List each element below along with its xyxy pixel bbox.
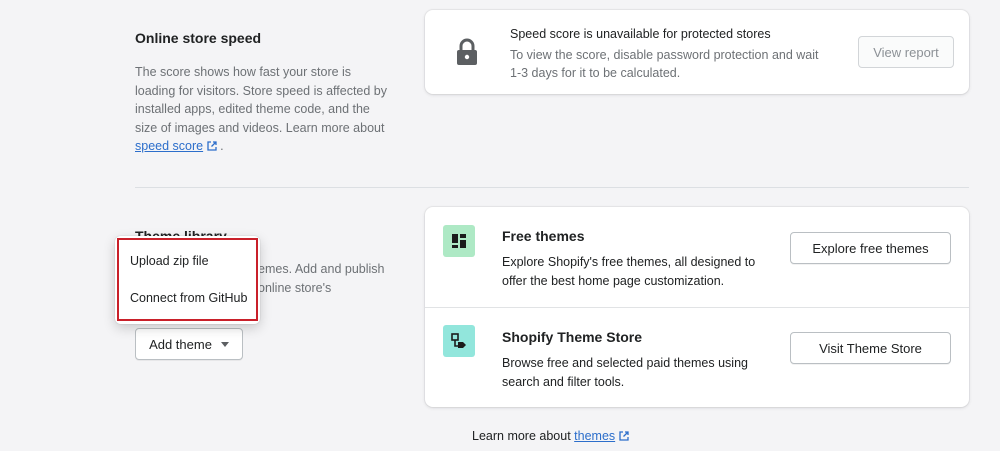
free-themes-title: Free themes xyxy=(502,228,585,244)
speed-section-description: The score shows how fast your store is l… xyxy=(135,63,405,157)
free-themes-desc-line-1: Explore Shopify's free themes, all desig… xyxy=(502,255,756,269)
learn-more-footer: Learn more about themes xyxy=(472,429,629,444)
add-theme-button[interactable]: Add theme xyxy=(135,328,243,360)
theme-store-icon-box xyxy=(443,325,475,357)
theme-store-desc-line-1: Browse free and selected paid themes usi… xyxy=(502,356,748,370)
learn-more-prefix: Learn more about xyxy=(472,429,575,443)
speed-score-link[interactable]: speed score xyxy=(135,139,203,153)
view-report-button[interactable]: View report xyxy=(858,36,954,68)
speed-card-text-line-1: To view the score, disable password prot… xyxy=(510,48,819,62)
speed-desc-line-3: installed apps, edited theme code, and t… xyxy=(135,102,370,116)
dropdown-highlight-box xyxy=(117,238,258,321)
layout-icon xyxy=(451,233,467,249)
external-link-icon xyxy=(207,138,217,157)
speed-card-heading: Speed score is unavailable for protected… xyxy=(510,27,771,41)
free-themes-desc-line-2: offer the best home page customization. xyxy=(502,273,725,288)
external-link-icon xyxy=(619,430,629,444)
speed-card-text-line-2: 1-3 days for it to be calculated. xyxy=(510,66,681,80)
speed-desc-line-1: The score shows how fast your store is xyxy=(135,65,352,79)
section-divider xyxy=(135,187,969,188)
theme-store-title: Shopify Theme Store xyxy=(502,329,643,345)
speed-score-card: Speed score is unavailable for protected… xyxy=(425,10,969,94)
add-theme-label: Add theme xyxy=(149,336,212,352)
speed-desc-line-2: loading for visitors. Store speed is aff… xyxy=(135,83,387,98)
lock-icon xyxy=(455,38,479,71)
theme-library-desc-line-2: online store's xyxy=(258,280,332,295)
visit-theme-store-button[interactable]: Visit Theme Store xyxy=(790,332,951,364)
speed-desc-line-4: size of images and videos. Learn more ab… xyxy=(135,120,385,135)
store-tag-icon xyxy=(450,332,468,350)
free-themes-icon-box xyxy=(443,225,475,257)
speed-section-title: Online store speed xyxy=(135,30,262,46)
speed-desc-period: . xyxy=(220,139,224,153)
themes-link[interactable]: themes xyxy=(574,429,615,443)
theme-store-desc-line-2: search and filter tools. xyxy=(502,374,625,389)
caret-down-icon xyxy=(220,341,229,347)
theme-library-desc-line-1: emes. Add and publish xyxy=(258,262,385,276)
themes-card-divider xyxy=(425,307,969,308)
explore-free-themes-button[interactable]: Explore free themes xyxy=(790,232,951,264)
themes-card: Free themes Explore Shopify's free theme… xyxy=(425,207,969,407)
